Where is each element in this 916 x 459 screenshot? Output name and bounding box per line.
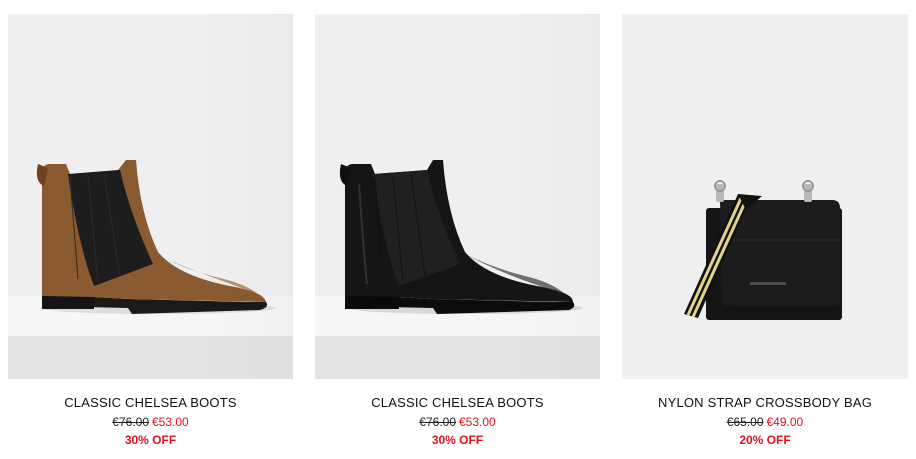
product-grid: CLASSIC CHELSEA BOOTS €76.00 €53.00 30% O… — [0, 0, 916, 459]
product-image-link[interactable] — [622, 14, 908, 379]
sale-price: €53.00 — [459, 415, 496, 429]
product-name[interactable]: NYLON STRAP CROSSBODY BAG — [622, 395, 908, 411]
discount-badge: 20% OFF — [739, 433, 791, 447]
product-info: CLASSIC CHELSEA BOOTS €76.00 €53.00 30% O… — [8, 395, 293, 448]
sale-price: €49.00 — [766, 415, 804, 429]
product-prices: €76.00 €53.00 — [315, 414, 600, 430]
product-name[interactable]: CLASSIC CHELSEA BOOTS — [8, 395, 293, 411]
original-price: €76.00 — [112, 415, 149, 429]
product-card[interactable]: CLASSIC CHELSEA BOOTS €76.00 €53.00 30% O… — [315, 14, 600, 448]
product-prices: €76.00 €53.00 — [8, 414, 293, 430]
original-price: €65.00 — [726, 415, 764, 429]
product-card[interactable]: NYLON STRAP CROSSBODY BAG €65.00 €49.00 2… — [622, 14, 908, 448]
product-name[interactable]: CLASSIC CHELSEA BOOTS — [315, 395, 600, 411]
black-crossbody-bag-icon — [684, 180, 842, 320]
sale-price: €53.00 — [152, 415, 189, 429]
product-image-link[interactable] — [8, 14, 293, 379]
product-info: NYLON STRAP CROSSBODY BAG €65.00 €49.00 2… — [622, 395, 908, 448]
product-info: CLASSIC CHELSEA BOOTS €76.00 €53.00 30% O… — [315, 395, 600, 448]
original-price: €76.00 — [419, 415, 456, 429]
discount-badge: 30% OFF — [431, 433, 484, 447]
discount-badge: 30% OFF — [124, 433, 177, 447]
product-card[interactable]: CLASSIC CHELSEA BOOTS €76.00 €53.00 30% O… — [8, 14, 293, 448]
product-image-link[interactable] — [315, 14, 600, 379]
product-prices: €65.00 €49.00 — [622, 414, 908, 430]
